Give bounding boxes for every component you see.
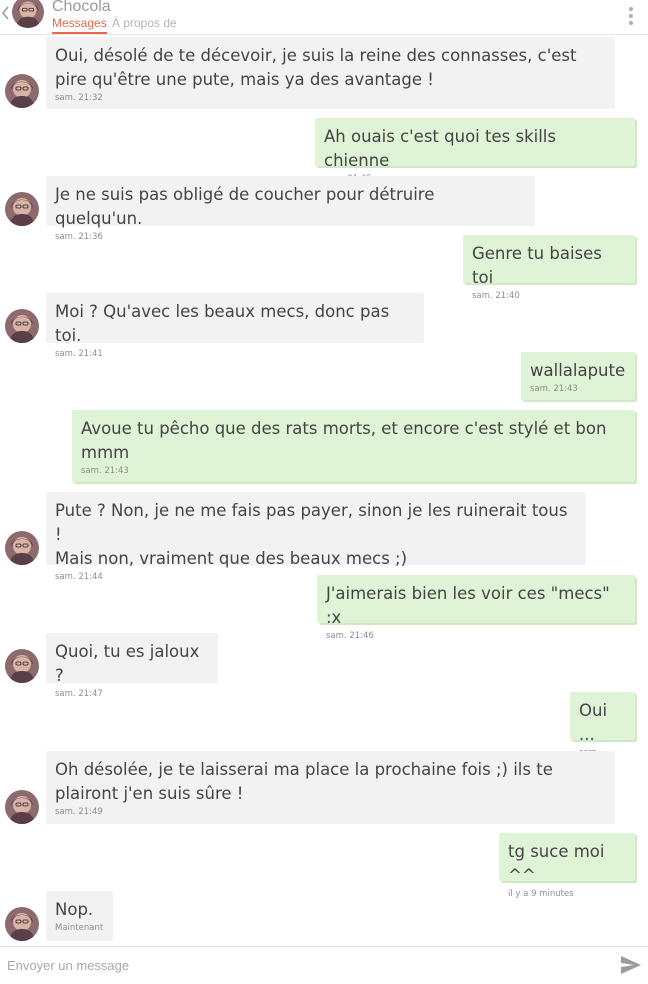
avatar-image <box>5 309 39 343</box>
message-time: sam. 21:40 <box>472 291 520 301</box>
message-composer <box>0 946 648 984</box>
message-time: sam. 21:49 <box>55 807 103 817</box>
message-bubble-outgoing: Ah ouais c'est quoi tes skills chienne s… <box>315 118 635 184</box>
message-text: J'aimerais bien les voir ces "mecs" :x <box>326 584 615 627</box>
avatar-image <box>5 790 39 824</box>
message-time: il y a 9 minutes <box>508 889 574 899</box>
message-text: Avoue tu pêcho que des rats morts, et en… <box>81 419 607 462</box>
message-bubble-incoming: Oui, désolé de te décevoir, je suis la r… <box>46 37 615 109</box>
message-bubble-incoming: Moi ? Qu'avec les beaux mecs, donc pas t… <box>46 293 424 359</box>
contact-name[interactable]: Chocola <box>52 0 111 16</box>
message-time: sam. 21:41 <box>55 349 103 359</box>
avatar[interactable] <box>5 907 39 941</box>
send-icon[interactable] <box>620 955 642 975</box>
message-text: Ah ouais c'est quoi tes skills chienne <box>324 127 562 170</box>
message-bubble-incoming: Quoi, tu es jaloux ? sam. 21:47 <box>46 633 218 699</box>
avatar-image <box>5 649 39 683</box>
message-bubble-outgoing: Avoue tu pêcho que des rats morts, et en… <box>72 410 635 482</box>
tab-messages[interactable]: Messages <box>52 16 107 34</box>
avatar-image <box>5 531 39 565</box>
message-time: sam. 21:47 <box>55 689 103 699</box>
message-text: Pute ? Non, je ne me fais pas payer, sin… <box>55 501 568 568</box>
message-text: Quoi, tu es jaloux ? <box>55 642 205 685</box>
message-text: Je ne suis pas obligé de coucher pour dé… <box>55 185 440 228</box>
message-bubble-incoming: Pute ? Non, je ne me fais pas payer, sin… <box>46 492 586 582</box>
message-text: tg suce moi ^^ <box>508 842 610 885</box>
chevron-left-icon[interactable] <box>0 4 10 22</box>
tab-about[interactable]: À propos de <box>112 16 177 30</box>
message-bubble-incoming: Nop. Maintenant <box>46 891 113 941</box>
message-bubble-incoming: Oh désolée, je te laisserai ma place la … <box>46 751 615 824</box>
message-input[interactable] <box>0 947 607 983</box>
message-text: Nop. <box>55 900 94 919</box>
message-bubble-outgoing: Genre tu baises toi sam. 21:40 <box>463 235 635 301</box>
message-time: sam. 21:46 <box>326 631 374 641</box>
contact-avatar[interactable] <box>12 0 44 28</box>
avatar[interactable] <box>5 790 39 824</box>
avatar-image <box>12 0 44 28</box>
more-vertical-icon[interactable] <box>628 6 634 26</box>
conversation-header: Chocola Messages À propos de <box>0 0 648 35</box>
avatar[interactable] <box>5 309 39 343</box>
message-bubble-outgoing: tg suce moi ^^ il y a 9 minutes <box>499 833 635 899</box>
avatar-image <box>5 74 39 108</box>
message-time: Maintenant <box>55 923 104 933</box>
avatar[interactable] <box>5 649 39 683</box>
avatar-image <box>5 907 39 941</box>
message-time: sam. 21:43 <box>530 384 578 394</box>
avatar[interactable] <box>5 192 39 226</box>
message-time: sam. 21:36 <box>55 232 103 242</box>
message-bubble-outgoing: Oui ... sam. 21:47 <box>570 692 635 769</box>
message-text: Oh désolée, je te laisserai ma place la … <box>55 760 553 803</box>
avatar[interactable] <box>5 531 39 565</box>
message-text: Oui ... <box>579 701 613 744</box>
message-text: Oui, désolé de te décevoir, je suis la r… <box>55 46 577 89</box>
message-text: wallalapute <box>530 361 626 380</box>
message-text: Moi ? Qu'avec les beaux mecs, donc pas t… <box>55 302 395 345</box>
message-time: sam. 21:32 <box>55 93 103 103</box>
avatar-image <box>5 192 39 226</box>
message-bubble-outgoing: J'aimerais bien les voir ces "mecs" :x s… <box>317 575 635 641</box>
avatar[interactable] <box>5 74 39 108</box>
message-bubble-outgoing: wallalapute sam. 21:43 <box>521 352 635 400</box>
message-time: sam. 21:43 <box>81 466 129 476</box>
message-thread[interactable]: Oui, désolé de te décevoir, je suis la r… <box>0 0 648 946</box>
message-text: Genre tu baises toi <box>472 244 608 287</box>
message-bubble-incoming: Je ne suis pas obligé de coucher pour dé… <box>46 176 535 242</box>
